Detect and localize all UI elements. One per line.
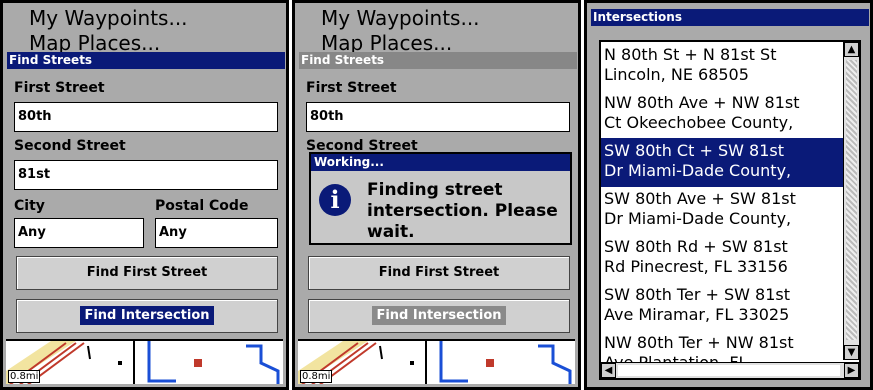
intersection-line2: Lincoln, NE 68505: [604, 65, 749, 84]
list-item[interactable]: SW 80th Ave + SW 81st Dr Miami-Dade Count…: [601, 186, 843, 235]
postal-code-label: Postal Code: [155, 198, 249, 214]
intersection-line1: NW 80th Ave + NW 81st: [604, 93, 800, 112]
list-item[interactable]: N 80th St + N 81st St Lincoln, NE 68505: [601, 42, 843, 91]
find-intersection-label: Find Intersection: [372, 306, 506, 325]
find-intersection-label: Find Intersection: [80, 306, 214, 325]
window-title: Intersections: [591, 9, 869, 26]
first-street-label: First Street: [14, 80, 105, 96]
find-first-street-button[interactable]: Find First Street: [16, 256, 278, 290]
intersection-line1: SW 80th Rd + SW 81st: [604, 237, 788, 256]
scroll-left-icon[interactable]: ◀: [601, 363, 616, 378]
dialog-title: Working...: [311, 154, 570, 171]
intersection-line2: Dr Miami-Dade County,: [604, 209, 792, 228]
intersection-line2: Ct Okeechobee County,: [604, 113, 794, 132]
window-title: Find Streets: [299, 52, 577, 69]
map-roads-icon: [298, 341, 575, 384]
second-street-field[interactable]: 81st: [14, 160, 278, 190]
map-scale: 0.8mi: [8, 370, 41, 383]
intersections-list[interactable]: N 80th St + N 81st St Lincoln, NE 68505 NW…: [599, 40, 861, 380]
intersection-line1: NW 80th Ter + NW 81st: [604, 333, 794, 352]
menu-item-my-waypoints[interactable]: My Waypoints...: [321, 7, 480, 29]
scroll-up-icon[interactable]: ▲: [844, 42, 859, 57]
scroll-track[interactable]: [846, 60, 857, 340]
info-icon: i: [319, 184, 351, 216]
intersection-line2: Rd Pinecrest, FL 33156: [604, 257, 788, 276]
intersection-line1: SW 80th Ct + SW 81st: [604, 141, 784, 160]
find-first-street-label: Find First Street: [86, 265, 208, 280]
first-street-label: First Street: [306, 80, 397, 96]
intersection-line1: SW 80th Ter + SW 81st: [604, 285, 791, 304]
intersections-screen: Intersections N 80th St + N 81st St Linco…: [584, 0, 873, 390]
list-item[interactable]: NW 80th Ave + NW 81st Ct Okeechobee Count…: [601, 90, 843, 139]
scroll-track[interactable]: [618, 365, 840, 376]
list-item[interactable]: SW 80th Ter + SW 81st Ave Miramar, FL 330…: [601, 282, 843, 331]
scroll-down-icon[interactable]: ▼: [844, 345, 859, 360]
intersection-line1: SW 80th Ave + SW 81st: [604, 189, 796, 208]
city-label: City: [14, 198, 45, 214]
dialog-message: Finding street intersection. Please wait…: [367, 180, 558, 242]
map-strip[interactable]: 0.8mi: [298, 339, 575, 384]
vertical-scrollbar[interactable]: ▲ ▼: [843, 42, 859, 360]
intersection-line2: Dr Miami-Dade County,: [604, 161, 792, 180]
working-dialog: Working... i Finding street intersection…: [309, 152, 572, 245]
scroll-right-icon[interactable]: ▶: [844, 363, 859, 378]
city-field[interactable]: Any: [14, 218, 144, 248]
list-item[interactable]: SW 80th Rd + SW 81st Rd Pinecrest, FL 331…: [601, 234, 843, 283]
horizontal-scrollbar[interactable]: ◀ ▶: [601, 362, 859, 378]
find-intersection-button[interactable]: Find Intersection: [308, 299, 570, 333]
first-street-field[interactable]: 80th: [14, 102, 278, 132]
map-strip[interactable]: 0.8mi: [6, 339, 283, 384]
find-first-street-button[interactable]: Find First Street: [308, 256, 570, 290]
intersection-line1: N 80th St + N 81st St: [604, 45, 777, 64]
menu-item-my-waypoints[interactable]: My Waypoints...: [29, 7, 188, 29]
find-first-street-label: Find First Street: [378, 265, 500, 280]
intersection-line2: Ave Miramar, FL 33025: [604, 305, 790, 324]
second-street-label: Second Street: [14, 138, 126, 154]
menu-item-map-places[interactable]: Map Places...: [29, 32, 160, 54]
find-intersection-button[interactable]: Find Intersection: [16, 299, 278, 333]
find-streets-working-screen: My Waypoints... Map Places... Find Stree…: [292, 0, 581, 390]
map-scale: 0.8mi: [300, 370, 333, 383]
menu-item-map-places[interactable]: Map Places...: [321, 32, 452, 54]
first-street-field[interactable]: 80th: [306, 102, 570, 132]
postal-code-field[interactable]: Any: [155, 218, 278, 248]
find-streets-screen: My Waypoints... Map Places... Find Stree…: [0, 0, 289, 390]
window-title: Find Streets: [7, 52, 285, 69]
map-roads-icon: [6, 341, 283, 384]
list-item[interactable]: SW 80th Ct + SW 81st Dr Miami-Dade County…: [601, 138, 843, 187]
